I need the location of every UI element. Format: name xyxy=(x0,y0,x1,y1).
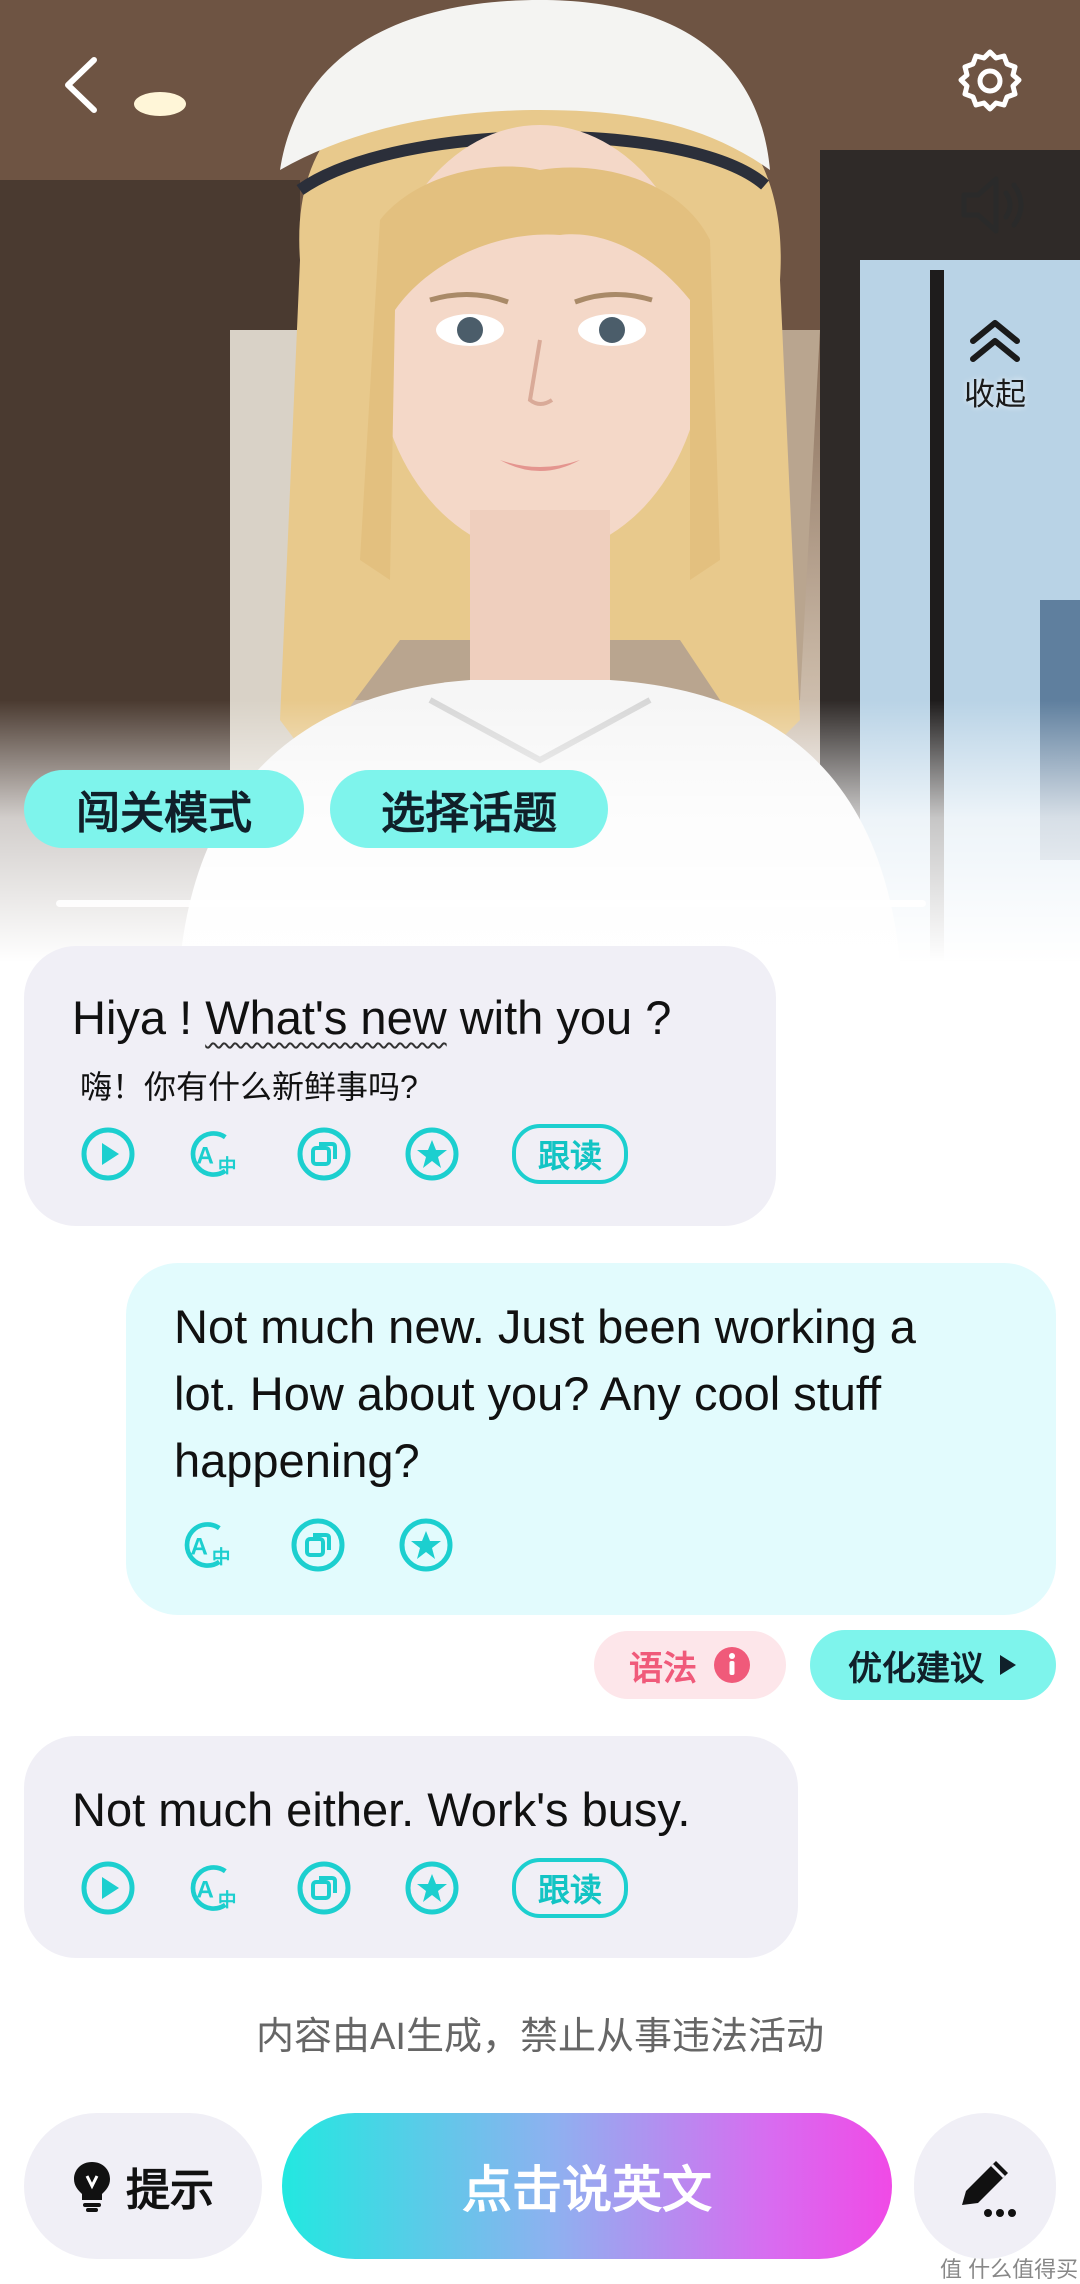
ai-disclaimer: 内容由AI生成，禁止从事违法活动 xyxy=(256,2016,824,2058)
star-icon xyxy=(405,1127,459,1181)
follow-read-button[interactable]: 跟读 xyxy=(512,1124,629,1184)
user-message-bubble: Not much new. Just been working a lot. H… xyxy=(126,1263,1056,1615)
message-actions: A中 跟读 xyxy=(80,1858,629,1918)
optimize-suggestion-button[interactable]: 优化建议 xyxy=(810,1630,1056,1700)
hint-button[interactable]: 提示 xyxy=(24,2113,262,2259)
message-text-start: Hiya ! xyxy=(72,991,206,1044)
translate-icon: A中 xyxy=(184,1522,231,1569)
favorite-button[interactable] xyxy=(398,1517,454,1573)
info-icon xyxy=(714,1647,750,1683)
gear-icon xyxy=(958,49,1022,112)
svg-text:A: A xyxy=(190,1533,208,1560)
suggest-label: 优化建议 xyxy=(848,1649,984,1688)
message-actions: A中 跟读 xyxy=(80,1124,629,1184)
copy-icon xyxy=(297,1861,351,1915)
user-message-line: Not much new. Just been working a xyxy=(174,1300,916,1353)
translate-button[interactable]: A中 xyxy=(182,1517,238,1573)
copy-button[interactable] xyxy=(296,1860,352,1916)
follow-read-button[interactable]: 跟读 xyxy=(512,1858,629,1918)
play-triangle-icon xyxy=(1000,1655,1016,1675)
speak-english-button[interactable]: 点击说英文 xyxy=(282,2113,892,2259)
play-button[interactable] xyxy=(80,1860,136,1916)
svg-text:A: A xyxy=(196,1142,214,1169)
favorite-button[interactable] xyxy=(404,1126,460,1182)
divider-line xyxy=(56,900,926,907)
star-icon xyxy=(405,1861,459,1915)
grammar-label: 语法 xyxy=(629,1649,697,1688)
user-message-line: lot. How about you? Any cool stuff xyxy=(174,1367,882,1420)
play-button[interactable] xyxy=(80,1126,136,1182)
collapse-button[interactable]: 收起 xyxy=(950,310,1040,420)
user-message-actions: A中 xyxy=(182,1517,506,1573)
translate-button[interactable]: A中 xyxy=(188,1860,244,1916)
choose-topic-button[interactable]: 选择话题 xyxy=(330,770,608,848)
speaker-button[interactable] xyxy=(958,170,1030,240)
lightbulb-icon xyxy=(74,2162,110,2212)
copy-icon xyxy=(291,1518,345,1572)
settings-button[interactable] xyxy=(955,45,1025,115)
challenge-mode-button[interactable]: 闯关模式 xyxy=(24,770,304,848)
ai-message-bubble: Not much either. Work's busy. A中 跟读 xyxy=(24,1736,798,1958)
hint-label: 提示 xyxy=(126,2166,214,2215)
svg-text:中: 中 xyxy=(218,1890,237,1912)
grammar-tag[interactable]: 语法 xyxy=(594,1631,786,1699)
copy-button[interactable] xyxy=(290,1517,346,1573)
favorite-button[interactable] xyxy=(404,1860,460,1916)
back-button[interactable] xyxy=(50,50,110,120)
translate-icon: A中 xyxy=(190,1131,237,1178)
message-text: Hiya ! What's new with you ? xyxy=(72,984,671,1051)
message-text: Not much either. Work's busy. xyxy=(72,1783,691,1836)
edit-button[interactable] xyxy=(914,2113,1056,2259)
ai-message-bubble: Hiya ! What's new with you ? 嗨！你有什么新鲜事吗?… xyxy=(24,946,776,1226)
copy-button[interactable] xyxy=(296,1126,352,1182)
chevron-left-icon xyxy=(65,57,97,113)
svg-text:中: 中 xyxy=(212,1547,231,1569)
svg-text:中: 中 xyxy=(218,1156,237,1178)
message-text-end: with you ? xyxy=(446,991,672,1044)
user-message-line: happening? xyxy=(174,1434,420,1487)
double-chevron-up-icon xyxy=(970,319,1020,362)
pencil-icon xyxy=(962,2161,1016,2217)
collapse-label: 收起 xyxy=(964,376,1026,412)
play-icon xyxy=(81,1861,135,1915)
user-message-text: Not much new. Just been working a lot. H… xyxy=(174,1293,916,1494)
svg-text:A: A xyxy=(196,1876,214,1903)
play-icon xyxy=(81,1127,135,1181)
translate-icon: A中 xyxy=(190,1865,237,1912)
speaker-icon xyxy=(961,176,1024,234)
star-icon xyxy=(399,1518,453,1572)
translate-button[interactable]: A中 xyxy=(188,1126,244,1182)
message-translation: 嗨！你有什么新鲜事吗? xyxy=(80,1069,418,1105)
watermark: 值 什么值得买 xyxy=(940,2257,1079,2282)
highlighted-phrase[interactable]: What's new xyxy=(205,991,446,1044)
copy-icon xyxy=(297,1127,351,1181)
